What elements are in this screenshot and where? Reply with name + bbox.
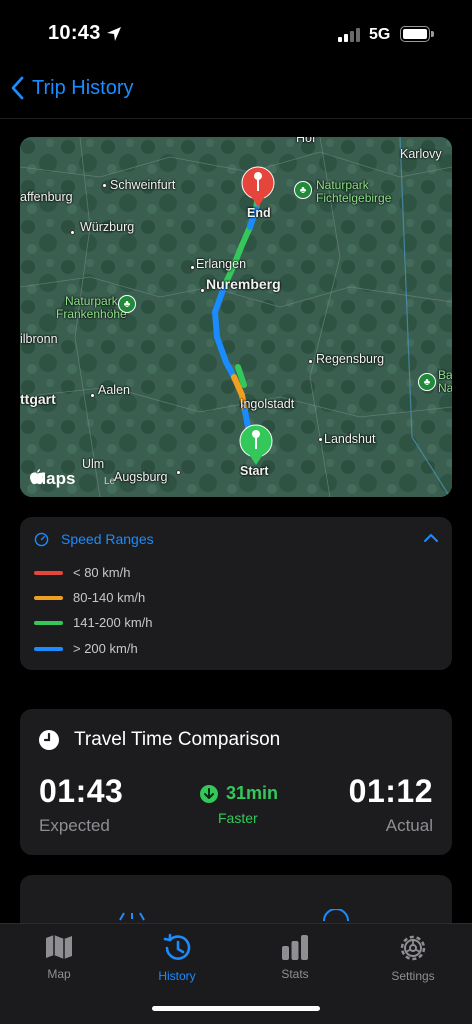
travel-time-header: Travel Time Comparison <box>38 729 280 751</box>
map-label-erlangen: Erlangen <box>196 257 247 271</box>
actual-time: 01:12 <box>348 773 433 809</box>
speed-swatch <box>34 570 63 575</box>
faster-indicator: 31min <box>200 783 278 804</box>
map-label-hof: Hof <box>296 137 316 145</box>
map-label-ttgart: ttgart <box>20 391 56 407</box>
tab-stats[interactable]: Stats <box>245 932 345 981</box>
faster-label: Faster <box>218 810 258 826</box>
history-icon <box>163 933 191 960</box>
map-label-end: End <box>247 206 271 220</box>
map-label-naturpark-fichtelgebirge: Naturpark Fichtelgebirge <box>316 178 392 205</box>
back-label: Trip History <box>32 76 134 99</box>
travel-time-title: Travel Time Comparison <box>74 729 281 750</box>
map-label-augsburg: Augsburg <box>114 470 168 484</box>
home-indicator[interactable] <box>152 1006 320 1011</box>
speed-range-label: < 80 km/h <box>73 565 131 580</box>
speed-range-row: 80-140 km/h <box>34 590 145 605</box>
travel-time-card: Travel Time Comparison 01:43 Expected 31… <box>20 709 452 855</box>
tab-label: Stats <box>281 967 309 981</box>
speed-range-label: > 200 km/h <box>73 641 138 656</box>
expected-label: Expected <box>39 816 110 835</box>
arrow-down-circle-icon <box>200 784 218 803</box>
tab-label: History <box>158 969 196 983</box>
map-label-aalen: Aalen <box>98 383 130 397</box>
speed-range-label: 80-140 km/h <box>73 590 146 605</box>
speed-range-label: 141-200 km/h <box>73 615 153 630</box>
signal-icon <box>338 28 362 42</box>
faster-value: 31min <box>226 783 279 803</box>
map-label-start: Start <box>240 464 269 478</box>
apple-maps-logo: Maps <box>30 469 75 489</box>
partial-icon <box>119 912 145 921</box>
chevron-up-icon[interactable] <box>424 533 438 543</box>
speed-swatch <box>34 646 63 651</box>
speed-range-row: < 80 km/h <box>34 565 130 580</box>
speedometer-icon <box>34 532 49 546</box>
speed-range-row: 141-200 km/h <box>34 615 153 630</box>
park-icon: ♣ <box>294 181 312 199</box>
speed-ranges-header[interactable]: Speed Ranges <box>34 531 154 547</box>
actual-label: Actual <box>385 816 433 835</box>
speed-ranges-title: Speed Ranges <box>61 531 154 547</box>
speed-swatch <box>34 595 63 600</box>
map-label-schweinfurt: Schweinfurt <box>110 178 176 192</box>
chevron-left-icon <box>11 76 24 100</box>
map-label-naturpark-frankenhohe: Naturpark Frankenhöhe <box>56 294 127 321</box>
map-label-landshut: Landshut <box>324 432 376 446</box>
tab-label: Map <box>47 967 71 981</box>
clock-icon <box>39 730 59 750</box>
map-label-ingolstadt: Ingolstadt <box>240 397 295 411</box>
map-label-affenburg: affenburg <box>20 190 73 204</box>
speed-swatch <box>34 620 63 625</box>
expected-time: 01:43 <box>39 773 124 809</box>
tab-label: Settings <box>391 969 435 983</box>
speed-range-row: > 200 km/h <box>34 641 138 656</box>
location-arrow-icon <box>107 27 121 41</box>
status-time: 10:43 <box>48 22 101 44</box>
partial-speedometer-icon <box>323 909 349 921</box>
legal-link[interactable]: Le <box>104 476 115 487</box>
map-icon <box>46 935 72 959</box>
nav-divider <box>0 118 472 119</box>
tab-map[interactable]: Map <box>9 932 109 981</box>
back-button[interactable]: Trip History <box>10 76 133 100</box>
tab-settings[interactable]: Settings <box>363 932 463 983</box>
map-label-karlovy: Karlovy <box>400 147 442 161</box>
network-type: 5G <box>369 26 391 43</box>
map-label-regensburg: Regensburg <box>316 352 385 366</box>
map-label-nuremberg: Nuremberg <box>206 276 281 292</box>
park-icon: ♣ <box>118 295 136 313</box>
battery-icon <box>400 26 434 42</box>
map-label-ilbronn: ilbronn <box>20 332 58 346</box>
apple-logo-icon <box>30 469 44 485</box>
map-label-wurzburg: Würzburg <box>80 220 135 234</box>
tab-history[interactable]: History <box>127 932 227 983</box>
gear-icon <box>400 935 426 961</box>
park-icon: ♣ <box>418 373 436 391</box>
status-bar: 10:43 5G <box>0 0 472 70</box>
map-label-ulm: Ulm <box>82 457 105 471</box>
map-label-ba: Ba Na <box>438 368 452 395</box>
speed-ranges-card: Speed Ranges < 80 km/h 80-140 km/h 141-2… <box>20 517 452 670</box>
route-map[interactable]: Hof Karlovy Schweinfurt affenburg ♣ Natu… <box>20 137 452 497</box>
navigation-bar: Trip History <box>0 70 472 118</box>
stats-icon <box>282 935 308 960</box>
